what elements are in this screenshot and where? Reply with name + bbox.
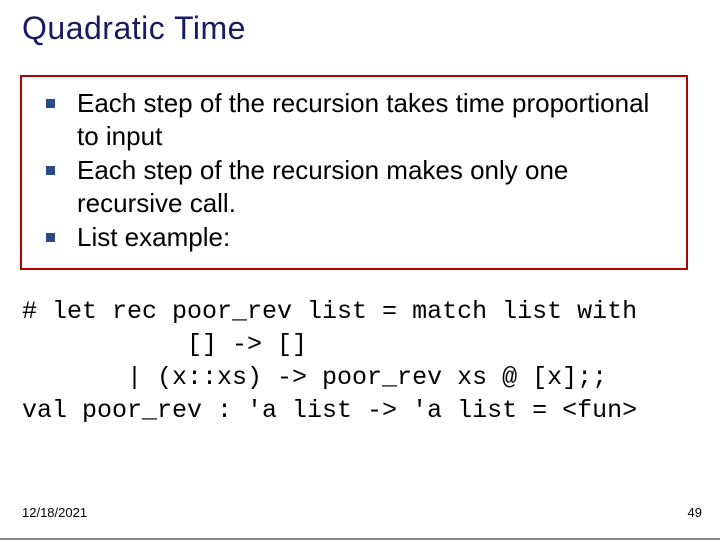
bullet-box: Each step of the recursion takes time pr… — [20, 75, 688, 270]
code-line: | (x::xs) -> poor_rev xs @ [x];; — [22, 363, 607, 392]
code-line: val poor_rev : 'a list -> 'a list = <fun… — [22, 396, 637, 425]
code-block: # let rec poor_rev list = match list wit… — [22, 295, 698, 427]
slide: Quadratic Time Each step of the recursio… — [0, 0, 720, 540]
list-item: Each step of the recursion takes time pr… — [36, 87, 672, 152]
code-line: [] -> [] — [22, 330, 307, 359]
bullet-text: List example: — [77, 221, 230, 254]
slide-title: Quadratic Time — [22, 10, 246, 47]
square-bullet-icon — [46, 99, 55, 108]
square-bullet-icon — [46, 233, 55, 242]
bullet-text: Each step of the recursion makes only on… — [77, 154, 672, 219]
list-item: Each step of the recursion makes only on… — [36, 154, 672, 219]
square-bullet-icon — [46, 166, 55, 175]
list-item: List example: — [36, 221, 672, 254]
code-line: # let rec poor_rev list = match list wit… — [22, 297, 637, 326]
footer-date: 12/18/2021 — [22, 505, 87, 520]
footer-page-number: 49 — [688, 505, 702, 520]
bullet-text: Each step of the recursion takes time pr… — [77, 87, 672, 152]
